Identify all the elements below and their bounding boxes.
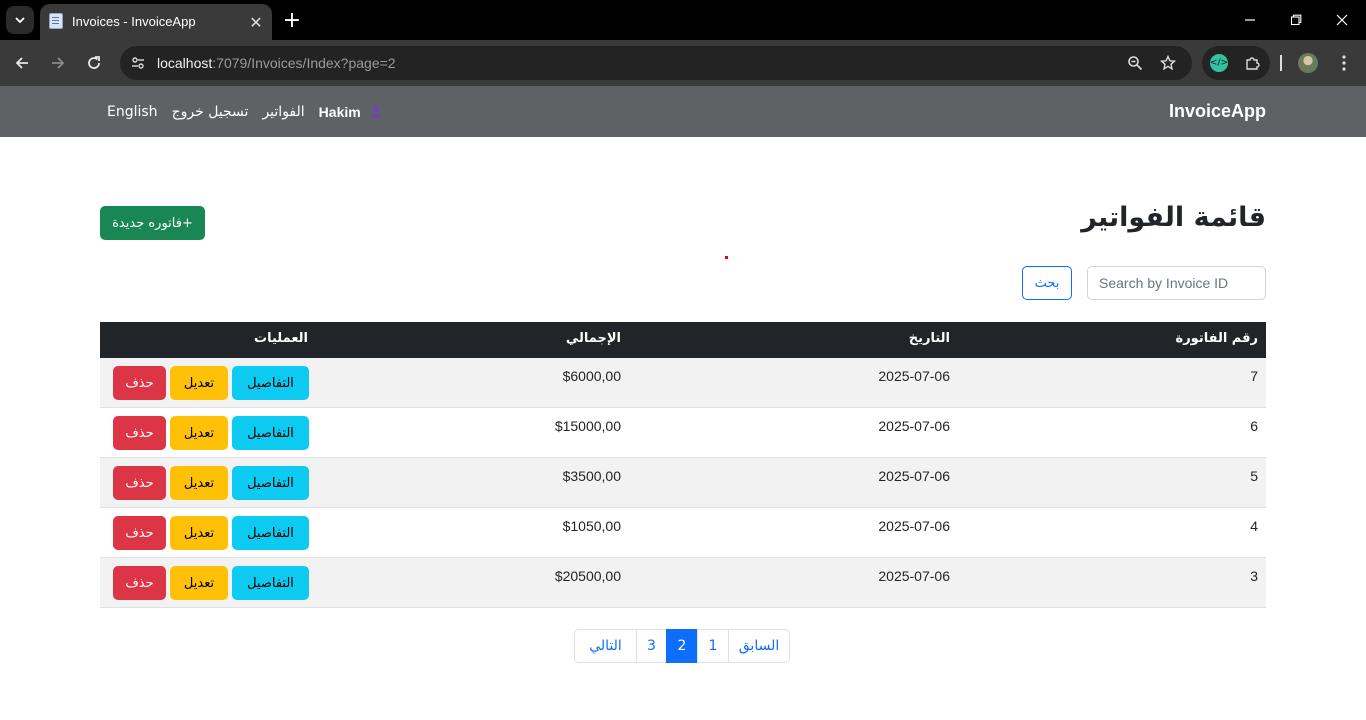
back-arrow-icon[interactable] <box>8 49 36 77</box>
header-invoice-id: رقم الفاتورة <box>1175 331 1258 346</box>
details-button[interactable]: التفاصيل <box>232 516 309 550</box>
close-tab-icon[interactable]: ✕ <box>246 12 266 32</box>
pagination-previous[interactable]: السابق <box>728 629 790 663</box>
language-link[interactable]: English <box>107 104 158 120</box>
zoom-icon[interactable] <box>1125 53 1145 73</box>
delete-button[interactable]: حذف <box>113 416 166 450</box>
header-actions: العمليات <box>254 331 308 346</box>
page-favicon-icon <box>49 13 63 29</box>
forward-arrow-icon[interactable] <box>44 49 72 77</box>
invoice-total: $15000,00 <box>554 418 621 434</box>
minimize-icon[interactable] <box>1236 6 1264 34</box>
pagination: التالي 3 2 1 السابق <box>574 629 790 663</box>
table-row: 3 2025-07-06 $20500,00 حذف تعديل التفاصي… <box>100 558 1266 608</box>
details-button[interactable]: التفاصيل <box>232 466 309 500</box>
edit-button[interactable]: تعديل <box>170 466 228 500</box>
chevron-down-icon <box>15 17 25 24</box>
invoice-date: 2025-07-06 <box>878 418 950 434</box>
app-navbar: English تسجيل خروج الفواتير Hakim Invoic… <box>0 86 1366 137</box>
tab-search-button[interactable] <box>6 6 34 34</box>
delete-button[interactable]: حذف <box>113 366 166 400</box>
invoice-total: $6000,00 <box>562 368 621 384</box>
edit-button[interactable]: تعديل <box>170 416 228 450</box>
edit-button[interactable]: تعديل <box>170 366 228 400</box>
delete-button[interactable]: حذف <box>113 466 166 500</box>
invoice-total: $1050,00 <box>562 518 621 534</box>
table-row: 5 2025-07-06 $3500,00 حذف تعديل التفاصيل <box>100 458 1266 508</box>
details-button[interactable]: التفاصيل <box>232 416 309 450</box>
new-invoice-button[interactable]: +فاتوره جديدة <box>100 206 205 240</box>
toolbar-divider <box>1280 55 1282 71</box>
row-actions: حذف تعديل التفاصيل <box>113 416 309 450</box>
page-title: قائمة الفواتير <box>1081 202 1266 233</box>
site-settings-icon[interactable] <box>128 53 148 73</box>
invoices-table: رقم الفاتورة التاريخ الإجمالي العمليات 7… <box>100 322 1266 608</box>
browser-tabstrip: Invoices - InvoiceApp ✕ + <box>0 0 1366 40</box>
invoice-total: $20500,00 <box>554 568 621 584</box>
dev-extension-icon[interactable]: </> <box>1210 54 1228 72</box>
delete-button[interactable]: حذف <box>113 516 166 550</box>
close-window-icon[interactable] <box>1328 6 1356 34</box>
details-button[interactable]: التفاصيل <box>232 366 309 400</box>
invoice-date: 2025-07-06 <box>878 368 950 384</box>
logout-link[interactable]: تسجيل خروج <box>172 104 249 120</box>
address-bar[interactable]: localhost:7079/Invoices/Index?page=2 <box>120 46 1192 80</box>
header-total: الإجمالي <box>565 331 621 346</box>
pagination-next[interactable]: التالي <box>574 629 637 663</box>
extensions-group: </> <box>1202 46 1270 80</box>
table-header: رقم الفاتورة التاريخ الإجمالي العمليات <box>100 322 1266 358</box>
extensions-puzzle-icon[interactable] <box>1242 53 1262 73</box>
invoice-date: 2025-07-06 <box>878 468 950 484</box>
invoice-id: 4 <box>1250 518 1258 534</box>
edit-button[interactable]: تعديل <box>170 516 228 550</box>
bookmark-star-icon[interactable] <box>1158 53 1178 73</box>
navbar-links: English تسجيل خروج الفواتير Hakim <box>107 86 383 137</box>
invoice-total: $3500,00 <box>562 468 621 484</box>
url-text: localhost:7079/Invoices/Index?page=2 <box>157 55 396 71</box>
search-button[interactable]: بحث <box>1022 266 1072 300</box>
pagination-page-2[interactable]: 2 <box>666 629 698 663</box>
invoice-id: 7 <box>1250 368 1258 384</box>
search-input[interactable] <box>1088 267 1265 299</box>
restore-icon[interactable] <box>1282 6 1310 34</box>
invoice-date: 2025-07-06 <box>878 568 950 584</box>
table-row: 4 2025-07-06 $1050,00 حذف تعديل التفاصيل <box>100 508 1266 558</box>
user-name: Hakim <box>318 103 361 120</box>
invoice-id: 6 <box>1250 418 1258 434</box>
browser-tab[interactable]: Invoices - InvoiceApp ✕ <box>40 4 272 40</box>
new-tab-icon[interactable]: + <box>280 8 304 33</box>
table-row: 6 2025-07-06 $15000,00 حذف تعديل التفاصي… <box>100 408 1266 458</box>
browser-menu-icon[interactable] <box>1334 53 1354 73</box>
row-actions: حذف تعديل التفاصيل <box>113 466 309 500</box>
invoice-id: 5 <box>1250 468 1258 484</box>
pagination-page-3[interactable]: 3 <box>636 629 667 663</box>
invoice-date: 2025-07-06 <box>878 518 950 534</box>
table-row: 7 2025-07-06 $6000,00 حذف تعديل التفاصيل <box>100 358 1266 408</box>
url-path: :7079/Invoices/Index?page=2 <box>212 55 396 71</box>
row-actions: حذف تعديل التفاصيل <box>113 516 309 550</box>
invoices-link[interactable]: الفواتير <box>262 104 304 120</box>
browser-toolbar: localhost:7079/Invoices/Index?page=2 </> <box>0 40 1366 86</box>
user-icon <box>370 105 382 118</box>
brand-logo[interactable]: InvoiceApp <box>1169 101 1266 122</box>
header-date: التاريخ <box>908 331 950 346</box>
edit-button[interactable]: تعديل <box>170 566 228 600</box>
search-field[interactable] <box>1087 266 1266 300</box>
stray-dot <box>725 256 728 259</box>
row-actions: حذف تعديل التفاصيل <box>113 366 309 400</box>
delete-button[interactable]: حذف <box>113 566 166 600</box>
details-button[interactable]: التفاصيل <box>232 566 309 600</box>
reload-icon[interactable] <box>80 49 108 77</box>
invoice-id: 3 <box>1250 568 1258 584</box>
user-menu[interactable]: Hakim <box>319 104 383 120</box>
tab-title: Invoices - InvoiceApp <box>72 14 196 29</box>
pagination-page-1[interactable]: 1 <box>697 629 729 663</box>
profile-avatar[interactable] <box>1298 53 1318 73</box>
url-host: localhost <box>157 55 213 71</box>
row-actions: حذف تعديل التفاصيل <box>113 566 309 600</box>
